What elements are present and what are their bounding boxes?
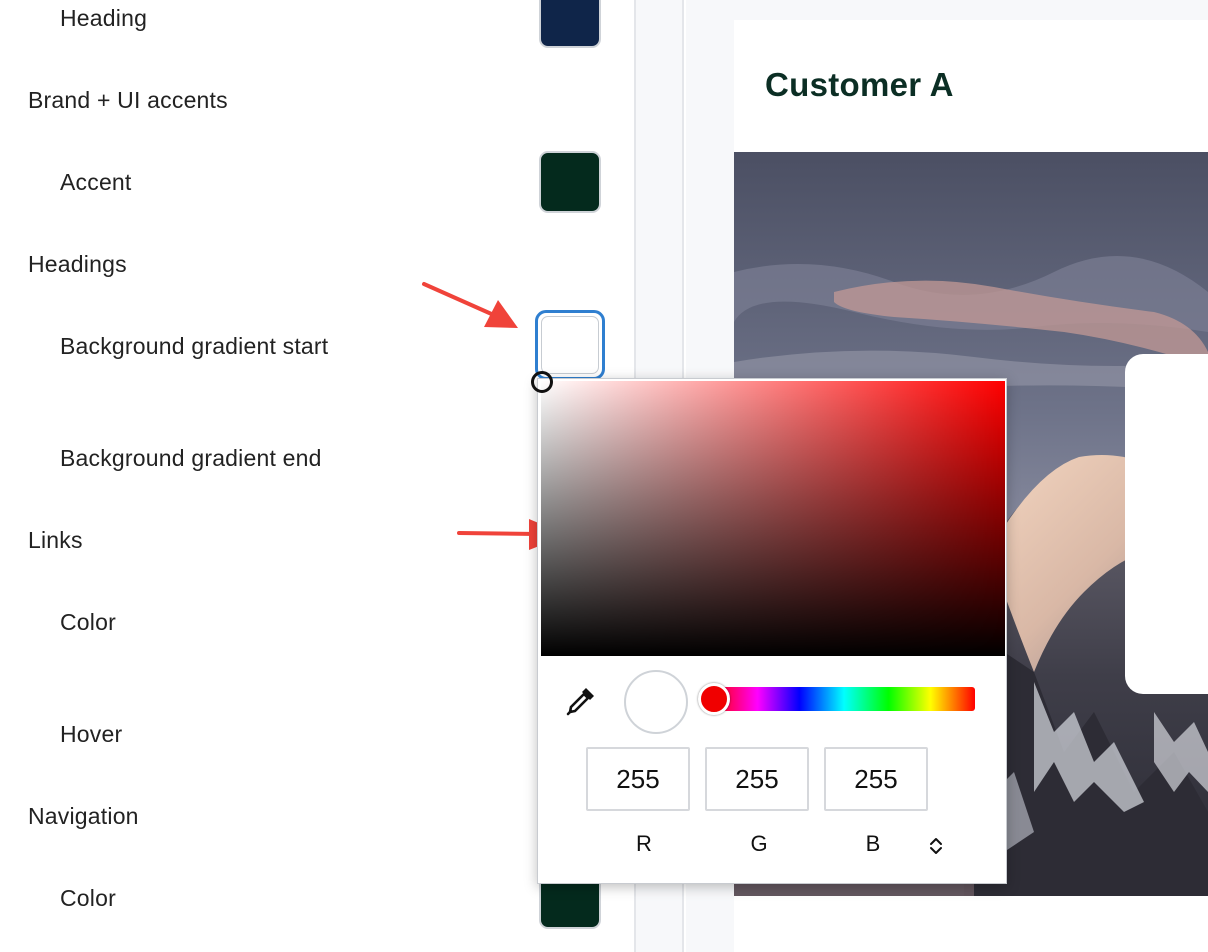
accent-color-swatch[interactable] (539, 151, 601, 213)
heading-color-label: Heading (60, 5, 148, 31)
navigation-section-title: Navigation (28, 803, 139, 829)
red-label: R (636, 831, 652, 856)
headings-section-title: Headings (28, 251, 127, 277)
swatch-color-fill (541, 316, 599, 374)
navigation-color-label: Color (60, 885, 116, 911)
links-color-label: Color (60, 609, 116, 635)
saturation-value-area[interactable] (531, 371, 1005, 656)
links-section-title: Links (28, 527, 83, 553)
heading-color-swatch[interactable] (539, 0, 601, 48)
saturation-value-handle[interactable] (531, 371, 553, 393)
preview-content-card (1125, 354, 1208, 694)
eyedropper-icon[interactable] (564, 684, 598, 718)
brand-ui-accents-section-title: Brand + UI accents (28, 87, 228, 113)
preview-customer-title: Customer A (765, 66, 954, 103)
background-gradient-end-label: Background gradient end (60, 445, 322, 471)
green-value-input[interactable]: 255 (705, 747, 809, 811)
accent-color-label: Accent (60, 169, 132, 195)
annotation-arrow-icon (422, 282, 518, 328)
blue-label: B (865, 831, 881, 856)
blue-value-input[interactable]: 255 (824, 747, 928, 811)
selected-color-preview (624, 670, 688, 734)
links-hover-label: Hover (60, 721, 123, 747)
green-label: G (750, 831, 768, 856)
color-picker-popup: 255 255 255 R G B (531, 371, 1007, 884)
chevron-up-down-icon[interactable] (928, 835, 944, 857)
hue-slider[interactable] (713, 687, 975, 711)
background-gradient-start-label: Background gradient start (60, 333, 329, 359)
red-value-input[interactable]: 255 (586, 747, 690, 811)
app-root: Heading Brand + UI accents Accent Headin… (0, 0, 1208, 952)
hue-slider-handle[interactable] (698, 683, 730, 715)
background-gradient-start-swatch[interactable] (535, 310, 605, 380)
